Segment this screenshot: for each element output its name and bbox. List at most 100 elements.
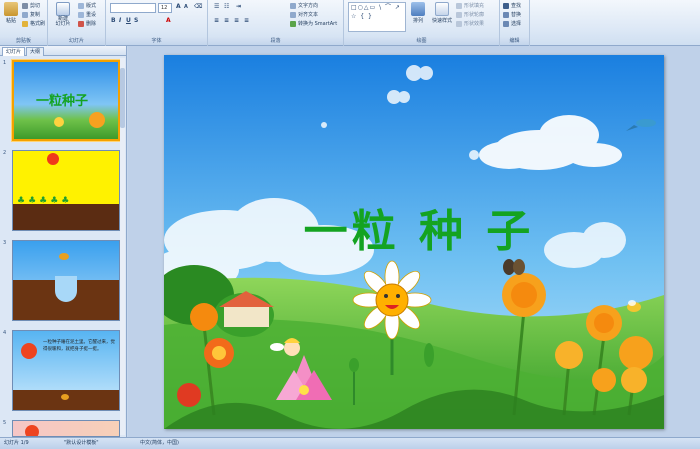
align-right-button[interactable]: ≡ [234, 17, 239, 24]
ribbon: 粘贴 剪切 复制 格式刷 剪贴板 新建 幻灯片 版式 重设 删除 幻灯片 12 … [0, 0, 700, 46]
shape-fill-button[interactable]: 形状填充 [456, 2, 484, 10]
text-direction-button[interactable]: 文字方向 [290, 2, 318, 10]
underline-button[interactable]: U [126, 17, 131, 24]
clipboard-group-label: 剪贴板 [0, 37, 47, 45]
font-color-button[interactable]: A [166, 17, 171, 24]
indent-button[interactable]: ⇥ [236, 3, 241, 10]
current-slide[interactable]: 一粒 种 子 [164, 55, 664, 429]
brush-icon [22, 20, 28, 27]
format-painter-button[interactable]: 格式刷 [22, 20, 45, 28]
slide-number: 3 [3, 240, 7, 246]
slide-title[interactable]: 一粒 种 子 [274, 195, 564, 259]
slide-canvas: 一粒 种 子 [128, 46, 700, 437]
delete-icon [78, 20, 84, 27]
sprouts: ♣♣♣♣♣ [17, 196, 73, 206]
paste-button[interactable]: 粘贴 [3, 2, 19, 24]
align-center-button[interactable]: ≡ [224, 17, 229, 24]
slide-thumbnail[interactable] [12, 420, 120, 437]
soil-band [13, 204, 119, 230]
font-name-box[interactable] [110, 3, 156, 13]
paragraph-group-label: 段落 [208, 37, 343, 45]
soil-hole [55, 276, 77, 302]
cursor-icon [503, 20, 509, 27]
slide-thumbnail[interactable]: 一粒种子睡在泥土里。它醒过来，觉得很暖和，就把身子挺一挺。 [12, 330, 120, 411]
effects-icon [456, 20, 462, 27]
font-group-label: 字体 [106, 37, 207, 45]
status-bar: 幻灯片 1/9 "默认设计模板" 中文(简体，中国) [0, 437, 700, 449]
font-size-box[interactable]: 12 [158, 3, 172, 13]
soil-band [13, 390, 119, 410]
slide-thumbnail[interactable]: 一粒种子 [12, 60, 120, 141]
scissors-icon [22, 2, 28, 9]
sun-icon [47, 153, 59, 165]
drawing-group-label: 绘图 [344, 37, 499, 45]
theme-name: "默认设计模板" [64, 440, 99, 446]
layout-button[interactable]: 版式 [78, 2, 96, 10]
new-slide-button[interactable]: 新建 幻灯片 [52, 2, 74, 27]
strike-button[interactable]: S [134, 17, 138, 24]
grow-font-button[interactable]: A [176, 3, 181, 10]
slide-thumbnail[interactable] [12, 240, 120, 321]
seed-icon [61, 394, 69, 400]
copy-button[interactable]: 复制 [22, 11, 40, 19]
find-button[interactable]: 查找 [503, 2, 521, 10]
binoculars-icon [503, 2, 509, 9]
replace-icon [503, 11, 509, 18]
delete-button[interactable]: 删除 [78, 20, 96, 28]
language-indicator[interactable]: 中文(简体，中国) [140, 438, 179, 449]
replace-button[interactable]: 替换 [503, 11, 521, 19]
tab-slides[interactable]: 幻灯片 [2, 47, 26, 56]
slide-thumbnail[interactable]: ♣♣♣♣♣ [12, 150, 120, 231]
shrink-font-button[interactable]: A [184, 4, 188, 10]
smartart-button[interactable]: 转换为 SmartArt [290, 20, 337, 28]
align-text-icon [290, 11, 296, 18]
reset-icon [78, 11, 84, 18]
arrange-icon [411, 2, 425, 16]
bullets-button[interactable]: ☰ [214, 3, 219, 10]
shape-outline-button[interactable]: 形状轮廓 [456, 11, 484, 19]
editing-group: 查找 替换 选择 编辑 [500, 0, 530, 46]
thumb-text: 一粒种子睡在泥土里。它醒过来，觉得很暖和，就把身子挺一挺。 [43, 340, 115, 352]
italic-button[interactable]: I [119, 17, 121, 24]
slides-group-label: 幻灯片 [48, 37, 105, 45]
outline-icon [456, 11, 462, 18]
house [224, 305, 269, 327]
bold-button[interactable]: B [111, 17, 116, 24]
smartart-icon [290, 20, 296, 27]
numbering-button[interactable]: ☷ [224, 3, 229, 10]
arrange-button[interactable]: 排列 [410, 2, 426, 24]
clear-format-button[interactable]: ⌫ [194, 3, 202, 10]
shapes-gallery[interactable]: □○△▭ \ ⌒ ↗ ☆ { } [348, 2, 406, 32]
shape-effects-button[interactable]: 形状效果 [456, 20, 484, 28]
justify-button[interactable]: ≡ [244, 17, 249, 24]
seed-icon [59, 253, 69, 260]
panel-tabs: 幻灯片 大纲 [0, 46, 126, 56]
editing-group-label: 编辑 [500, 37, 529, 45]
slide-number: 2 [3, 150, 7, 156]
font-group: 12 A A ⌫ B I U S A 字体 [106, 0, 208, 46]
sun-icon [21, 343, 37, 359]
sun-icon [25, 425, 39, 436]
select-button[interactable]: 选择 [503, 20, 521, 28]
tab-outline[interactable]: 大纲 [26, 47, 45, 56]
new-slide-icon [56, 2, 70, 16]
layout-icon [78, 2, 84, 9]
slide-counter: 幻灯片 1/9 [4, 440, 29, 446]
paste-icon [4, 2, 18, 16]
slides-group: 新建 幻灯片 版式 重设 删除 幻灯片 [48, 0, 106, 46]
clipboard-group: 粘贴 剪切 复制 格式刷 剪贴板 [0, 0, 48, 46]
slide-number: 5 [3, 420, 7, 426]
text-direction-icon [290, 2, 296, 9]
align-text-button[interactable]: 对齐文本 [290, 11, 318, 19]
slide-number: 4 [3, 330, 7, 336]
slide-number: 1 [3, 60, 7, 66]
quick-styles-button[interactable]: 快速样式 [430, 2, 454, 24]
scrollbar-thumb[interactable] [120, 68, 125, 128]
flower-icon [89, 112, 105, 128]
align-left-button[interactable]: ≡ [214, 17, 219, 24]
paragraph-group: ☰ ☷ ⇥ ≡ ≡ ≡ ≡ 文字方向 对齐文本 转换为 SmartArt 段落 [208, 0, 344, 46]
reset-button[interactable]: 重设 [78, 11, 96, 19]
copy-icon [22, 11, 28, 18]
panel-scrollbar[interactable] [120, 58, 125, 435]
cut-button[interactable]: 剪切 [22, 2, 40, 10]
